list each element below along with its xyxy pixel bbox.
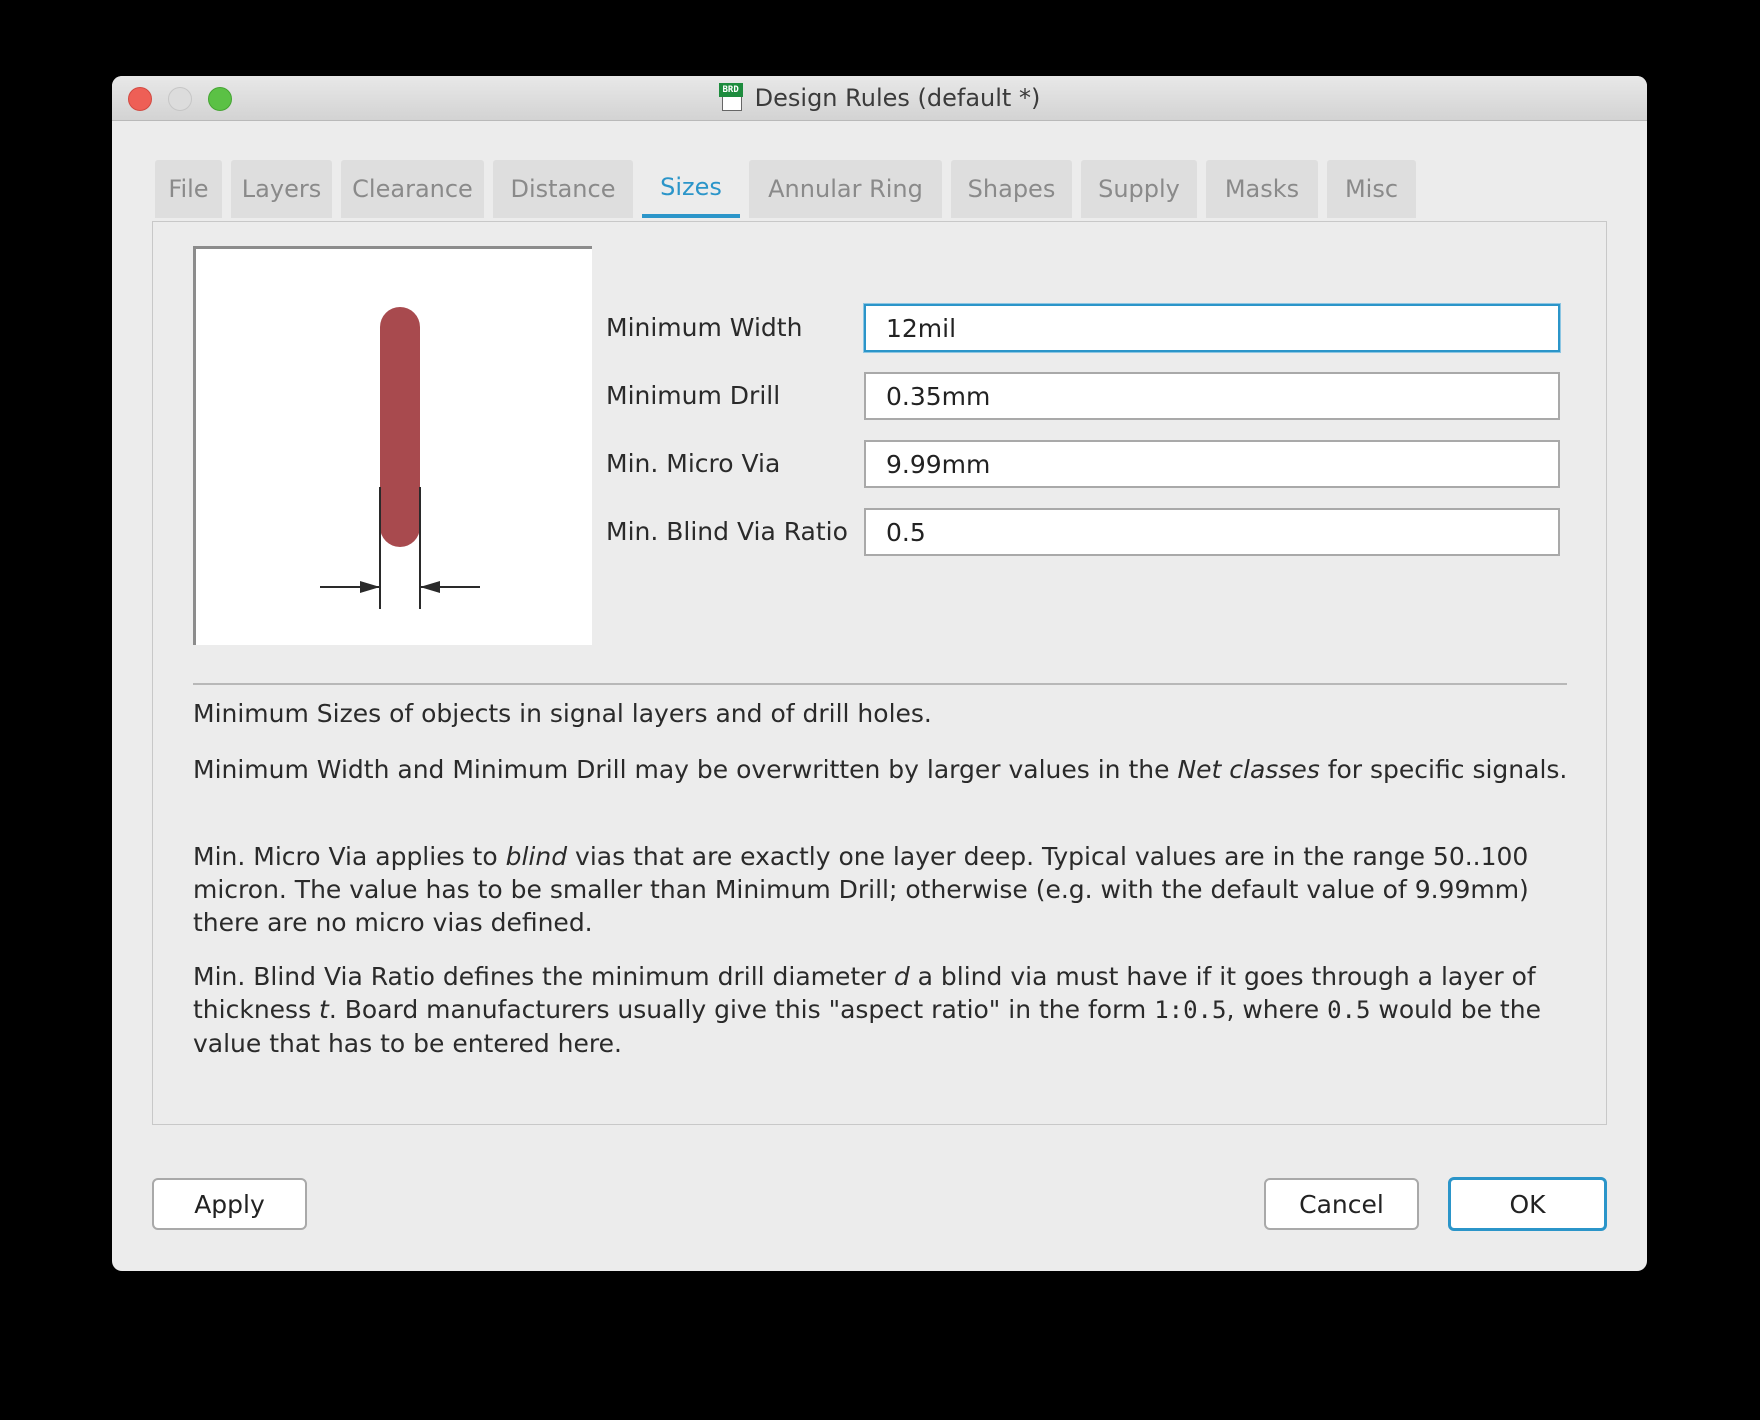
description-paragraph-1: Minimum Sizes of objects in signal layer… [193, 697, 1573, 730]
description-text: for specific signals. [1319, 755, 1568, 784]
trace-width-illustration [320, 307, 480, 609]
trace-width-preview [193, 246, 592, 645]
t-emphasis: t [319, 995, 329, 1024]
title-bar: BRD Design Rules (default *) [112, 76, 1647, 121]
blind-emphasis: blind [505, 842, 568, 871]
description-text: , where [1226, 995, 1328, 1024]
min-blind-via-ratio-label: Min. Blind Via Ratio [606, 517, 848, 546]
right-arrowhead [420, 581, 440, 593]
tab-misc[interactable]: Misc [1327, 160, 1416, 218]
min-blind-via-ratio-input[interactable] [864, 508, 1560, 556]
description-text: Minimum Sizes of objects in signal layer… [193, 699, 932, 728]
apply-button[interactable]: Apply [152, 1178, 307, 1230]
tab-shapes[interactable]: Shapes [951, 160, 1072, 218]
description-text: . Board manufacturers usually give this … [328, 995, 1155, 1024]
ok-button[interactable]: OK [1448, 1177, 1607, 1231]
min-drill-label: Minimum Drill [606, 381, 781, 410]
min-width-input[interactable] [864, 304, 1560, 352]
tab-distance[interactable]: Distance [493, 160, 633, 218]
section-divider [193, 683, 1567, 685]
min-micro-via-input[interactable] [864, 440, 1560, 488]
description-text: Min. Micro Via applies to [193, 842, 506, 871]
tab-sizes[interactable]: Sizes [642, 160, 740, 218]
window-title-group: BRD Design Rules (default *) [112, 76, 1647, 120]
cancel-button[interactable]: Cancel [1264, 1178, 1419, 1230]
aspect-ratio-code: 1:0.5 [1154, 996, 1227, 1024]
tab-annular-ring[interactable]: Annular Ring [749, 160, 942, 218]
window-title: Design Rules (default *) [754, 84, 1041, 112]
description-paragraph-4: Min. Blind Via Ratio defines the minimum… [193, 960, 1573, 1060]
min-width-label: Minimum Width [606, 313, 803, 342]
min-micro-via-label: Min. Micro Via [606, 449, 781, 478]
tab-file[interactable]: File [155, 160, 222, 218]
tab-clearance[interactable]: Clearance [341, 160, 484, 218]
brd-badge: BRD [718, 83, 743, 97]
description-paragraph-2: Minimum Width and Minimum Drill may be o… [193, 753, 1573, 786]
trace-shape [380, 307, 420, 547]
brd-document-icon: BRD [718, 83, 745, 113]
description-text: Minimum Width and Minimum Drill may be o… [193, 755, 1178, 784]
design-rules-window: BRD Design Rules (default *) File Layers… [112, 76, 1647, 1271]
description-paragraph-3: Min. Micro Via applies to blind vias tha… [193, 840, 1573, 939]
tab-supply[interactable]: Supply [1081, 160, 1197, 218]
left-arrowhead [360, 581, 380, 593]
min-drill-input[interactable] [864, 372, 1560, 420]
description-text: Min. Blind Via Ratio defines the minimum… [193, 962, 894, 991]
ratio-value-code: 0.5 [1327, 996, 1371, 1024]
tab-masks[interactable]: Masks [1206, 160, 1318, 218]
tab-layers[interactable]: Layers [231, 160, 332, 218]
sizes-panel: Minimum Width Minimum Drill Min. Micro V… [152, 221, 1607, 1125]
d-emphasis: d [893, 962, 910, 991]
net-classes-emphasis: Net classes [1177, 755, 1320, 784]
